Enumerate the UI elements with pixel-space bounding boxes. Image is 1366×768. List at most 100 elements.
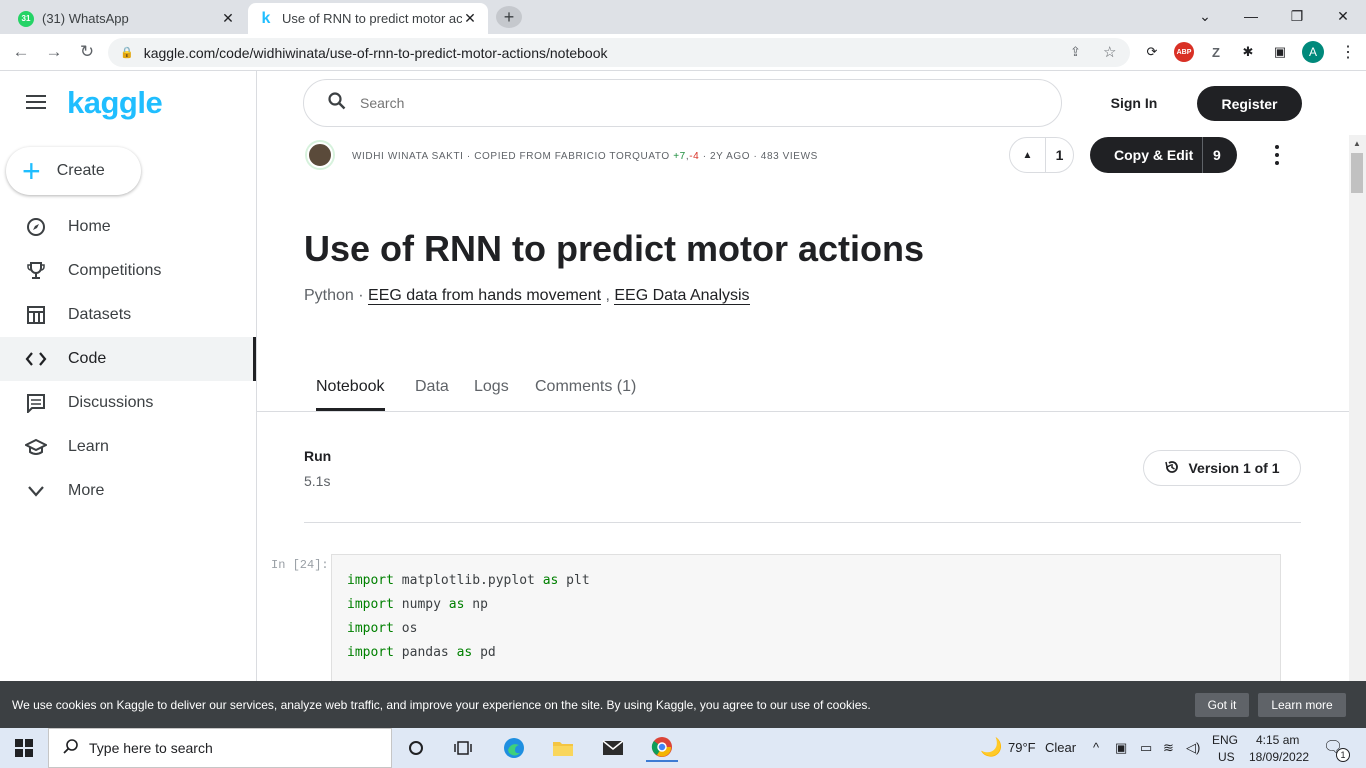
search-bar[interactable] <box>303 79 1062 127</box>
close-icon[interactable]: ✕ <box>220 10 236 27</box>
profile-avatar[interactable]: A <box>1302 41 1324 63</box>
tab-data[interactable]: Data <box>415 378 449 411</box>
address-bar[interactable]: 🔒 kaggle.com/code/widhiwinata/use-of-rnn… <box>108 38 1130 67</box>
learn-more-button[interactable]: Learn more <box>1258 693 1346 717</box>
version-button[interactable]: Version 1 of 1 <box>1143 450 1301 486</box>
sidebar-item-learn[interactable]: Learn <box>0 425 256 469</box>
taskbar-search[interactable]: Type here to search <box>48 728 392 768</box>
page-title: Use of RNN to predict motor actions <box>304 228 925 269</box>
share-icon[interactable]: ⇪ <box>1070 44 1081 60</box>
code-cell[interactable]: import matplotlib.pyplot as plt import n… <box>331 554 1281 684</box>
author-avatar[interactable] <box>307 142 333 168</box>
search-input[interactable] <box>360 95 960 111</box>
edge-browser-icon[interactable] <box>498 734 530 762</box>
sidebar-item-code[interactable]: Code <box>0 337 256 381</box>
sign-in-button[interactable]: Sign In <box>1098 87 1170 119</box>
tab-comments[interactable]: Comments (1) <box>535 378 636 411</box>
tab-search-chevron-icon[interactable]: ⌄ <box>1190 4 1220 28</box>
task-view-icon[interactable] <box>447 734 479 762</box>
restore-button[interactable]: ❐ <box>1282 4 1312 28</box>
sync-extension-icon[interactable]: ⟳ <box>1142 42 1162 62</box>
notebook-meta: WIDHI WINATA SAKTI · COPIED FROM FABRICI… <box>352 151 818 162</box>
adblock-icon[interactable]: ABP <box>1174 42 1194 62</box>
clock-date[interactable]: 18/09/2022 <box>1249 750 1309 764</box>
windows-taskbar: Type here to search 🌙 79°F Clear ^ ▣ ▭ ≋… <box>0 728 1366 768</box>
wifi-icon[interactable]: ≋ <box>1163 740 1174 756</box>
scroll-up-arrow-icon[interactable]: ▲ <box>1353 139 1361 148</box>
plus-icon: + <box>22 153 41 189</box>
meet-now-icon[interactable]: ▣ <box>1115 740 1127 756</box>
trophy-icon <box>24 259 48 283</box>
weather-desc[interactable]: Clear <box>1045 740 1076 755</box>
tab-notebook[interactable]: Notebook <box>316 378 385 411</box>
meta-age-views: · 2Y AGO · 483 VIEWS <box>702 151 818 162</box>
input-language[interactable]: ENG <box>1212 733 1238 747</box>
history-icon <box>1164 459 1180 478</box>
upvote-button[interactable]: ▲ 1 <box>1009 137 1074 173</box>
file-explorer-icon[interactable] <box>547 734 579 762</box>
tag-link-eeg-analysis[interactable]: EEG Data Analysis <box>614 287 750 305</box>
school-icon <box>24 435 48 459</box>
speaker-icon[interactable]: ◁) <box>1186 740 1200 756</box>
puzzle-extensions-icon[interactable]: ✱ <box>1238 42 1258 62</box>
forward-button[interactable]: → <box>41 40 67 64</box>
side-panel-icon[interactable]: ▣ <box>1270 42 1290 62</box>
back-button[interactable]: ← <box>8 40 34 64</box>
zotero-icon[interactable]: Z <box>1206 42 1226 62</box>
tab-whatsapp[interactable]: 31 (31) WhatsApp ✕ <box>8 3 246 34</box>
caret-up-icon[interactable]: ▲ <box>1010 138 1046 172</box>
register-button[interactable]: Register <box>1197 86 1302 121</box>
kaggle-logo[interactable]: kaggle <box>67 85 163 121</box>
sidebar-item-more[interactable]: More <box>0 469 256 513</box>
sidebar-item-label: Learn <box>68 438 109 455</box>
tab-logs[interactable]: Logs <box>474 378 509 411</box>
cortana-icon[interactable] <box>400 734 432 762</box>
bookmark-star-icon[interactable]: ☆ <box>1103 43 1116 61</box>
scrollbar-thumb[interactable] <box>1351 153 1363 193</box>
lock-icon: 🔒 <box>120 47 134 59</box>
more-options-icon[interactable] <box>1266 143 1288 167</box>
run-time: 5.1s <box>304 473 331 489</box>
code-line: import matplotlib.pyplot as plt <box>347 573 590 588</box>
windows-start-icon[interactable] <box>0 728 48 768</box>
sidebar-item-discussions[interactable]: Discussions <box>0 381 256 425</box>
divider <box>304 522 1301 523</box>
minimize-button[interactable]: — <box>1236 4 1266 28</box>
battery-icon[interactable]: ▭ <box>1140 740 1152 756</box>
sidebar-item-label: Home <box>68 218 111 235</box>
url-text: kaggle.com/code/widhiwinata/use-of-rnn-t… <box>143 44 608 61</box>
kaggle-favicon-icon: k <box>261 9 271 27</box>
weather-moon-icon[interactable]: 🌙 <box>980 737 1002 758</box>
page-scrollbar[interactable]: ▲ <box>1349 135 1366 681</box>
sidebar-item-competitions[interactable]: Competitions <box>0 249 256 293</box>
dataset-link-eeg-hands[interactable]: EEG data from hands movement <box>368 287 602 305</box>
close-window-button[interactable]: ✕ <box>1328 4 1358 28</box>
copy-edit-count: 9 <box>1202 137 1221 173</box>
taskbar-search-placeholder: Type here to search <box>89 740 213 756</box>
version-label: Version 1 of 1 <box>1188 460 1280 476</box>
browser-menu-icon[interactable]: ⋮ <box>1338 42 1358 62</box>
sidebar-item-datasets[interactable]: Datasets <box>0 293 256 337</box>
search-icon <box>63 738 79 759</box>
input-region[interactable]: US <box>1218 750 1235 764</box>
sidebar-item-label: Datasets <box>68 306 132 323</box>
sidebar-item-label: Code <box>68 350 107 367</box>
sidebar-item-home[interactable]: Home <box>0 205 256 249</box>
search-icon <box>328 91 346 115</box>
tab-kaggle[interactable]: k Use of RNN to predict motor actio ✕ <box>248 3 488 34</box>
hamburger-menu-icon[interactable] <box>26 95 46 111</box>
chrome-icon[interactable] <box>646 734 678 762</box>
chevron-up-icon[interactable]: ^ <box>1093 740 1099 755</box>
new-tab-button[interactable]: + <box>496 6 522 28</box>
close-icon[interactable]: ✕ <box>462 10 478 27</box>
compass-icon <box>24 215 48 239</box>
mail-icon[interactable] <box>597 734 629 762</box>
clock-time[interactable]: 4:15 am <box>1256 733 1299 747</box>
copy-edit-button[interactable]: Copy & Edit 9 <box>1090 137 1237 173</box>
weather-temp[interactable]: 79°F <box>1008 740 1036 755</box>
meta-author[interactable]: WIDHI WINATA SAKTI · COPIED FROM FABRICI… <box>352 151 670 162</box>
reload-button[interactable]: ↻ <box>74 40 100 64</box>
create-button[interactable]: + Create <box>6 147 141 195</box>
got-it-button[interactable]: Got it <box>1195 693 1249 717</box>
browser-toolbar: ← → ↻ 🔒 kaggle.com/code/widhiwinata/use-… <box>0 34 1366 71</box>
